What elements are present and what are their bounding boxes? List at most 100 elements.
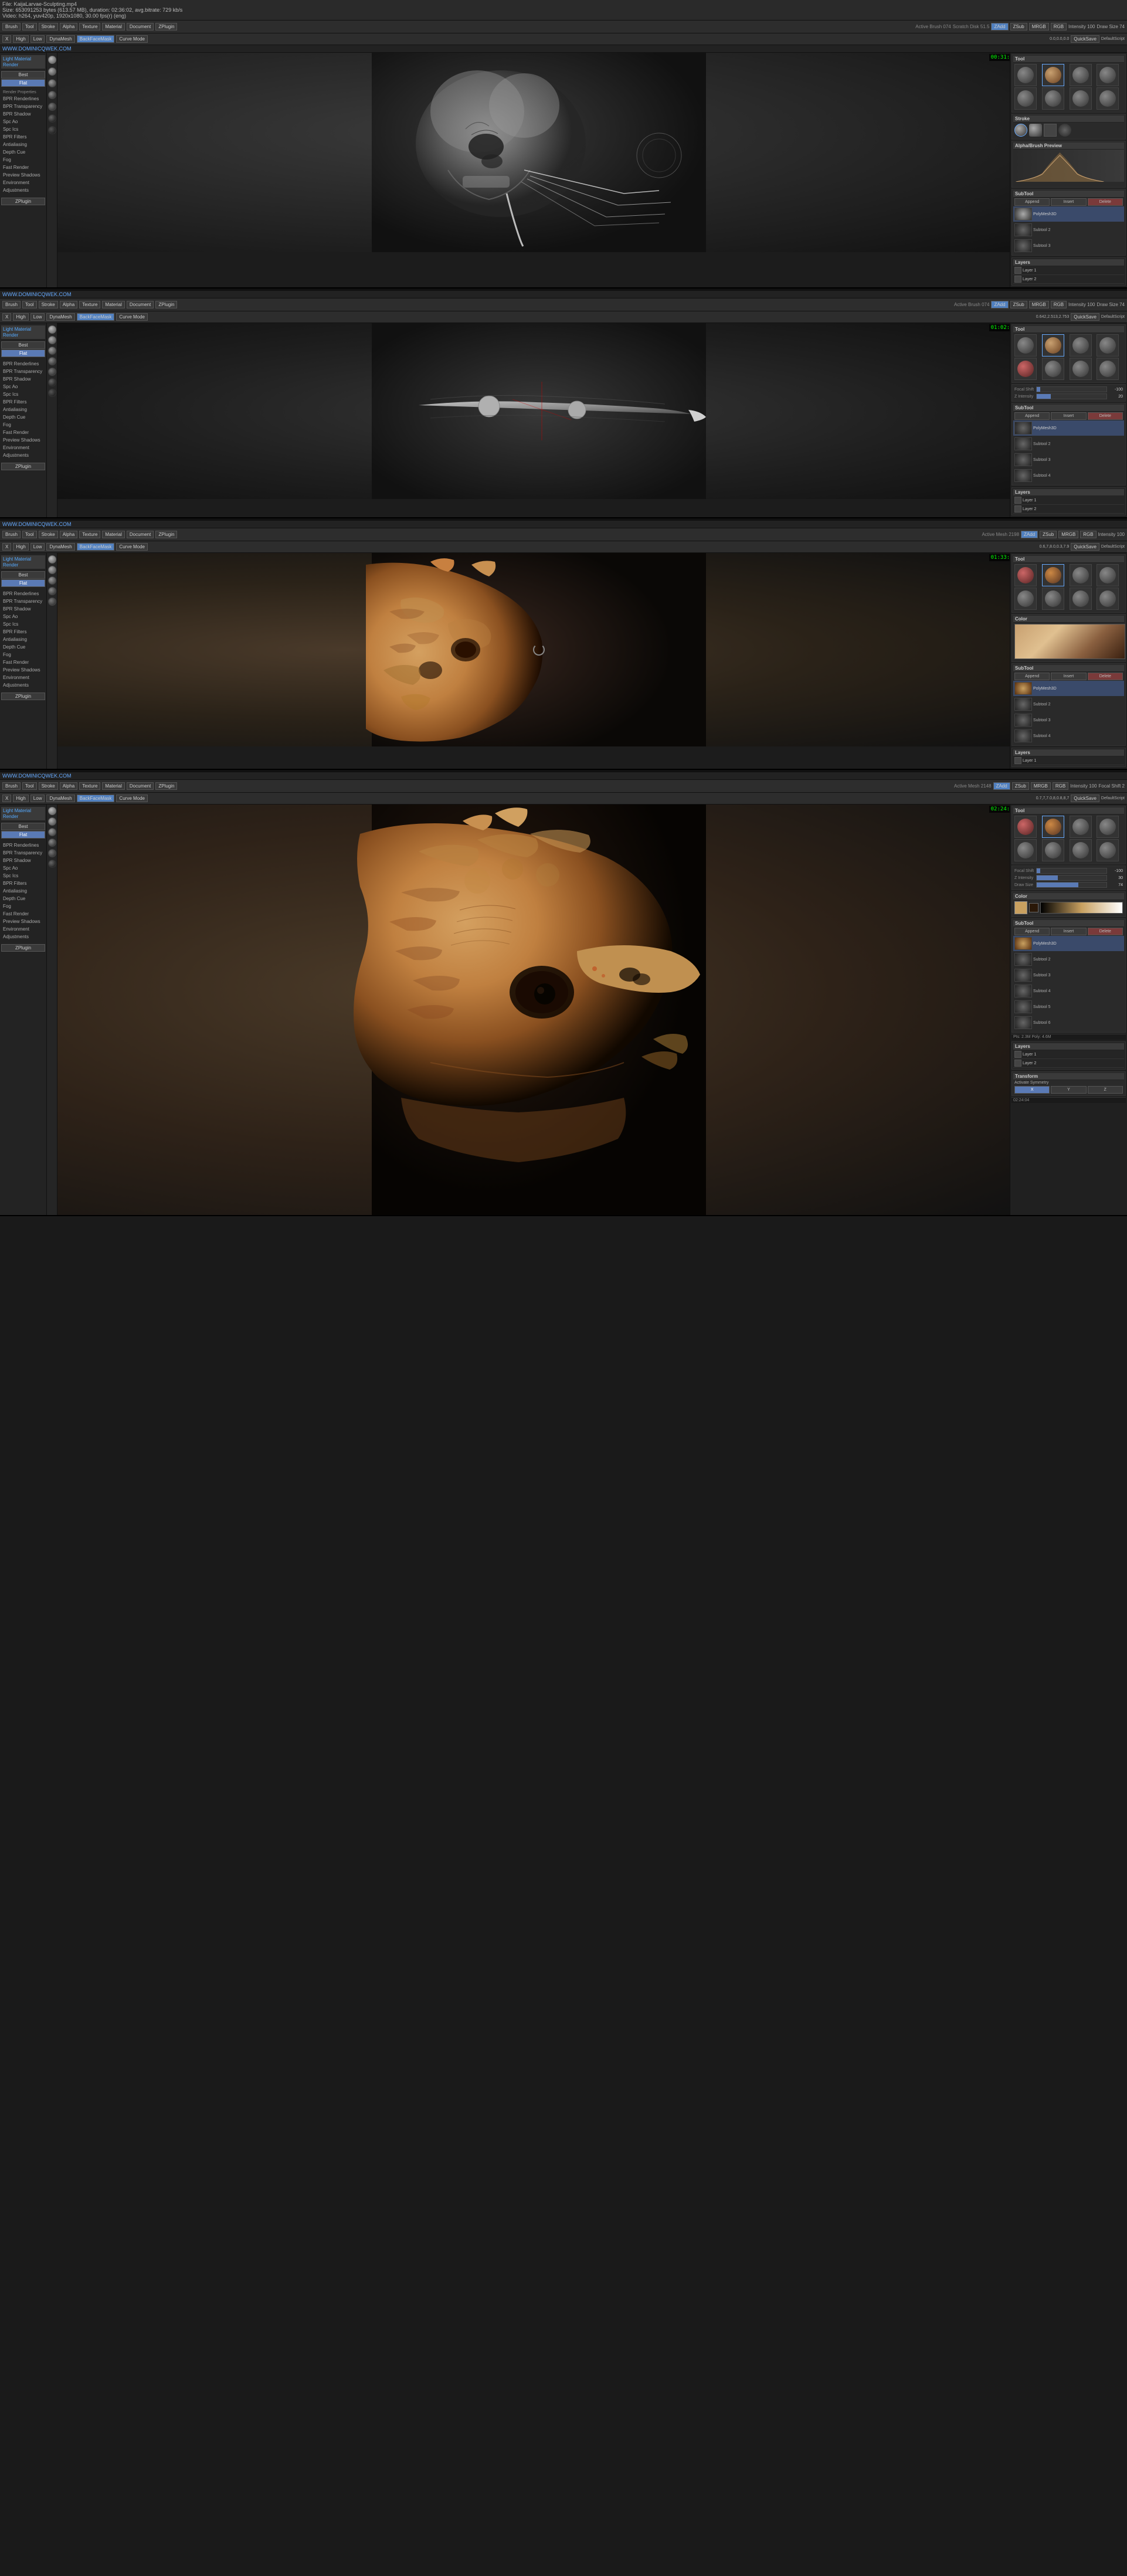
alpha-menu[interactable]: Alpha [60, 23, 77, 30]
stroke-menu-2[interactable]: Stroke [39, 301, 58, 308]
b3-3[interactable] [1070, 564, 1092, 586]
mrgb-btn-4[interactable]: MRGB [1031, 782, 1051, 790]
b3-2[interactable] [1042, 564, 1064, 586]
texture-menu[interactable]: Texture [79, 23, 100, 30]
brush-item-1[interactable] [1014, 64, 1037, 86]
brush-item-7[interactable] [1070, 87, 1092, 110]
st2-4[interactable]: Subtool 4 [1013, 468, 1124, 484]
antialiasing[interactable]: Antialiasing [1, 141, 45, 148]
spc-ao-4[interactable]: Spc Ao [1, 864, 45, 872]
bpr-tr-3[interactable]: BPR Transparency [1, 598, 45, 605]
viewport-3[interactable]: 01:33:40 [47, 553, 1010, 769]
st4-4[interactable]: Subtool 4 [1013, 983, 1124, 999]
prev-shadows-3[interactable]: Preview Shadows [1, 666, 45, 674]
alpha-menu-2[interactable]: Alpha [60, 301, 77, 308]
stroke-dot[interactable] [1014, 124, 1027, 137]
document-menu-2[interactable]: Document [127, 301, 154, 308]
stroke-menu[interactable]: Stroke [39, 23, 58, 30]
high-poly-btn[interactable]: High [13, 35, 28, 43]
main-color-4[interactable] [1014, 901, 1027, 914]
quicksave-btn[interactable]: QuickSave [1071, 35, 1099, 43]
subtool-1[interactable]: PolyMesh3D [1013, 206, 1124, 222]
focal-slider-2[interactable] [1036, 386, 1107, 392]
backface-2[interactable]: BackFaceMask [77, 313, 115, 321]
flat-btn-4[interactable]: Flat [1, 831, 45, 839]
material-menu-4[interactable]: Material [102, 782, 124, 790]
zsub-btn-2[interactable]: ZSub [1010, 301, 1027, 308]
symmetry-x-btn[interactable]: X [2, 35, 11, 43]
depth-cue-2[interactable]: Depth Cue [1, 413, 45, 421]
sym-y-btn-4[interactable]: Y [1051, 1086, 1086, 1094]
bpr-shadow[interactable]: BPR Shadow [1, 110, 45, 118]
prev-shadows-4[interactable]: Preview Shadows [1, 918, 45, 925]
tool-menu[interactable]: Tool [22, 23, 37, 30]
zadd-btn-4[interactable]: ZAdd [993, 782, 1010, 790]
zplugin-menu-2[interactable]: ZPlugin [155, 301, 177, 308]
stroke-drag[interactable] [1029, 124, 1042, 137]
brush-icon-5[interactable] [48, 103, 56, 111]
insert-3[interactable]: Insert [1051, 673, 1086, 680]
append-4[interactable]: Append [1014, 928, 1050, 935]
canvas-1[interactable]: 00:31:15 [57, 53, 1010, 252]
zplugin-side-3[interactable]: ZPlugin [1, 693, 45, 700]
antialias-3[interactable]: Antialiasing [1, 636, 45, 643]
mrgb-btn-2[interactable]: MRGB [1029, 301, 1049, 308]
bpr-rl-2[interactable]: BPR Renderlines [1, 360, 45, 368]
backface-btn[interactable]: BackFaceMask [77, 35, 115, 43]
b4-7[interactable] [1070, 839, 1092, 861]
b4-4[interactable] [1097, 816, 1119, 838]
low-2[interactable]: Low [30, 313, 45, 321]
quicksave-2[interactable]: QuickSave [1071, 313, 1099, 321]
fog-4[interactable]: Fog [1, 902, 45, 910]
flat-btn-2[interactable]: Flat [1, 349, 45, 357]
layer-2-1[interactable]: Layer 1 [1013, 496, 1124, 505]
b3-1[interactable] [1014, 564, 1037, 586]
mrgb-btn[interactable]: MRGB [1029, 23, 1049, 30]
subtool-3[interactable]: Subtool 3 [1013, 238, 1124, 254]
canvas-4[interactable]: 02:24:04 [57, 805, 1010, 1215]
brush-item-3[interactable] [1070, 64, 1092, 86]
tool-menu-3[interactable]: Tool [22, 531, 37, 538]
adjustments[interactable]: Adjustments [1, 186, 45, 194]
preview-shadows[interactable]: Preview Shadows [1, 171, 45, 179]
dynamesh-3[interactable]: DynaMesh [46, 543, 74, 551]
low-4[interactable]: Low [30, 795, 45, 802]
brush-item-2[interactable] [1042, 64, 1064, 86]
append-3[interactable]: Append [1014, 673, 1050, 680]
fast-render-3[interactable]: Fast Render [1, 659, 45, 666]
insert-btn[interactable]: Insert [1051, 198, 1086, 206]
st4-2[interactable]: Subtool 2 [1013, 952, 1124, 968]
b3-6[interactable] [1042, 588, 1064, 610]
bpr-rl-3[interactable]: BPR Renderlines [1, 590, 45, 598]
bpr-filt-4[interactable]: BPR Filters [1, 880, 45, 887]
st4-3[interactable]: Subtool 3 [1013, 968, 1124, 983]
zsub-btn-3[interactable]: ZSub [1040, 531, 1057, 538]
spc-ics-2[interactable]: Spc Ics [1, 391, 45, 398]
tool-menu-4[interactable]: Tool [22, 782, 37, 790]
bs3-4[interactable] [48, 587, 56, 595]
bpr-sh-4[interactable]: BPR Shadow [1, 857, 45, 864]
rgb-btn[interactable]: RGB [1051, 23, 1067, 30]
spc-ao-3[interactable]: Spc Ao [1, 613, 45, 620]
b3-5[interactable] [1014, 588, 1037, 610]
b4-8[interactable] [1097, 839, 1119, 861]
fast-render[interactable]: Fast Render [1, 164, 45, 171]
backface-3[interactable]: BackFaceMask [77, 543, 115, 551]
bpr-tr-4[interactable]: BPR Transparency [1, 849, 45, 857]
zplugin-menu-3[interactable]: ZPlugin [155, 531, 177, 538]
bs4-3[interactable] [48, 828, 56, 836]
alpha-menu-3[interactable]: Alpha [60, 531, 77, 538]
zplugin-menu[interactable]: ZPlugin [155, 23, 177, 30]
b3-8[interactable] [1097, 588, 1119, 610]
antialias-4[interactable]: Antialiasing [1, 887, 45, 895]
texture-menu-3[interactable]: Texture [79, 531, 100, 538]
mrgb-btn-3[interactable]: MRGB [1058, 531, 1078, 538]
stroke-freehand[interactable] [1044, 124, 1057, 137]
layer-item-1[interactable]: Layer 1 [1013, 266, 1124, 275]
bpr-sh-3[interactable]: BPR Shadow [1, 605, 45, 613]
layer-2-2[interactable]: Layer 2 [1013, 505, 1124, 514]
spc-ics-3[interactable]: Spc Ics [1, 620, 45, 628]
adjustments-4[interactable]: Adjustments [1, 933, 45, 941]
delete-4[interactable]: Delete [1088, 928, 1123, 935]
st4-6[interactable]: Subtool 6 [1013, 1015, 1124, 1031]
